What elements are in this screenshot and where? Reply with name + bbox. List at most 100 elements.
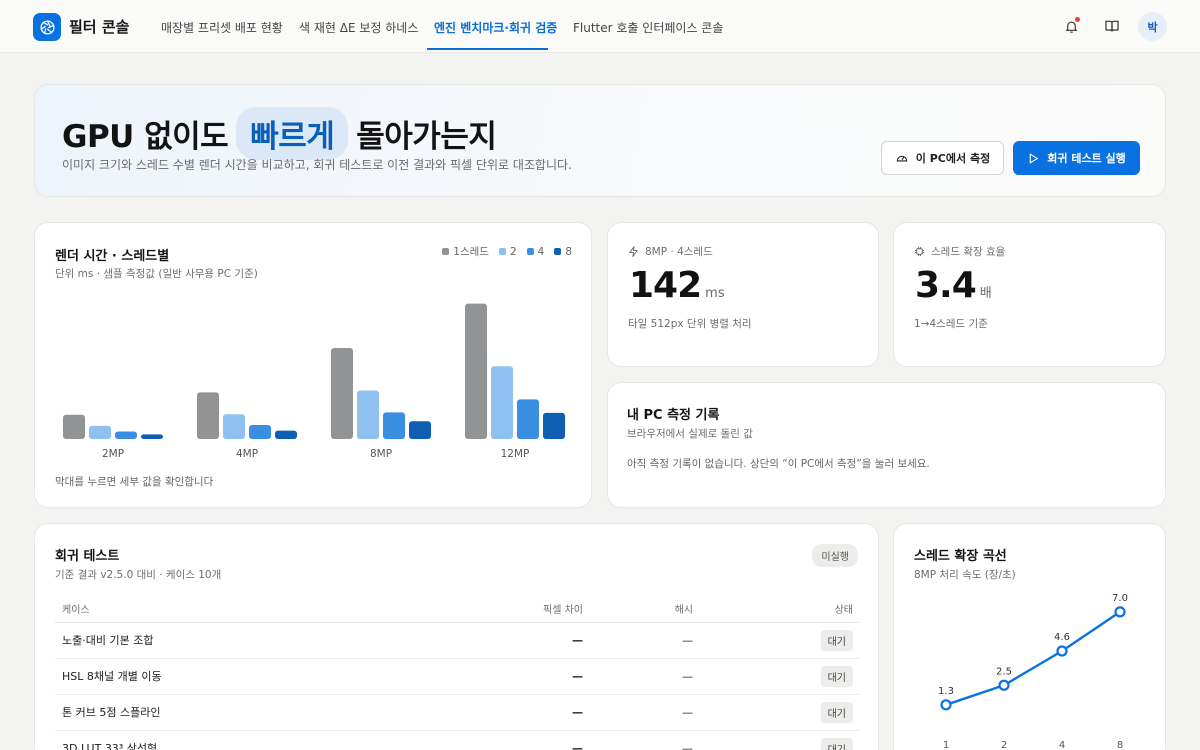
col-header-case: 케이스 — [55, 596, 470, 623]
status-badge: 대기 — [820, 701, 853, 723]
table-row[interactable]: HSL 8채널 개별 이동 — — 대기 — [55, 658, 860, 695]
data-label: 1.3 — [938, 686, 954, 697]
thread-scaling-card: 스레드 확장 곡선 8MP 처리 속도 (장/초) 1.3 1 2.5 2 4.6 4 7.… — [893, 523, 1166, 750]
hash-value: — — [590, 694, 700, 731]
hero-subtitle: 이미지 크기와 스레드 수별 렌더 시간을 비교하고, 회귀 테스트로 이전 결… — [62, 158, 572, 172]
x-tick-label: 8MP — [370, 448, 392, 460]
scaling-line — [945, 610, 1121, 706]
stat-speed-unit: ms — [705, 286, 725, 301]
stat-scale-note: 1→4스레드 기준 — [914, 318, 988, 330]
hero-title-pre: GPU 없이도 — [62, 119, 229, 155]
stat-speed-label-row: 8MP · 4스레드 — [628, 244, 713, 259]
docs-button[interactable] — [1101, 15, 1123, 37]
stat-speed-value: 142 — [629, 265, 702, 306]
user-avatar[interactable]: 박 — [1138, 12, 1167, 41]
bar-8MP-1스레드[interactable] — [331, 348, 353, 439]
book-icon — [1105, 20, 1119, 32]
bar-12MP-1스레드[interactable] — [465, 303, 487, 439]
bar-chart-hint: 막대를 누르면 세부 값을 확인합니다 — [55, 476, 214, 488]
x-tick-label: 1 — [943, 740, 949, 750]
measure-this-pc-label: 이 PC에서 측정 — [915, 152, 991, 165]
bar-4MP-4[interactable] — [249, 425, 271, 439]
bar-8MP-2[interactable] — [357, 390, 379, 439]
my-pc-records-card: 내 PC 측정 기록 브라우저에서 실제로 돌린 값 아직 측정 기록이 없습니… — [607, 382, 1166, 508]
active-tab-indicator — [427, 48, 548, 50]
stat-scale-label: 스레드 확장 효율 — [931, 246, 1006, 258]
hash-value: — — [590, 658, 700, 695]
brand-name: 필터 콘솔 — [69, 18, 130, 36]
bar-8MP-8[interactable] — [409, 421, 431, 439]
x-tick-label: 4MP — [236, 448, 258, 460]
stat-card-render-speed: 8MP · 4스레드 142 ms 타일 512px 단위 병렬 처리 — [607, 222, 879, 367]
stat-card-thread-scaling: 스레드 확장 효율 3.4 배 1→4스레드 기준 — [893, 222, 1166, 367]
regression-status-badge: 미실행 — [812, 544, 858, 567]
data-label: 4.6 — [1054, 632, 1070, 643]
bar-4MP-1스레드[interactable] — [197, 392, 219, 439]
tab-engine-benchmark[interactable]: 엔진 벤치마크·회귀 검증 — [434, 19, 557, 36]
bar-12MP-2[interactable] — [491, 366, 513, 439]
stat-speed-note: 타일 512px 단위 병렬 처리 — [628, 318, 752, 330]
bar-8MP-4[interactable] — [383, 412, 405, 439]
table-header-row: 케이스 픽셀 차이 해시 상태 — [55, 596, 860, 623]
tab-flutter-console[interactable]: Flutter 호출 인터페이스 콘솔 — [573, 19, 723, 36]
stat-scale-value: 3.4 — [915, 265, 977, 306]
lightning-icon — [628, 246, 639, 257]
hero-title-post: 돌아가는지 — [356, 119, 497, 155]
scaling-point-8[interactable] — [1114, 606, 1126, 618]
case-name: HSL 8채널 개별 이동 — [55, 658, 470, 695]
hash-value: — — [590, 730, 700, 750]
status-badge: 대기 — [820, 629, 853, 651]
stat-speed-value-row: 142 ms — [629, 265, 725, 306]
bar-4MP-8[interactable] — [275, 430, 297, 439]
bar-12MP-8[interactable] — [543, 412, 565, 439]
tab-delta-e-harness[interactable]: 색 재현 ΔE 보정 하네스 — [299, 19, 418, 36]
bar-2MP-2[interactable] — [89, 425, 111, 439]
stat-scale-value-row: 3.4 배 — [915, 265, 992, 306]
scaling-point-1[interactable] — [940, 699, 952, 711]
x-tick-label: 12MP — [501, 448, 530, 460]
pixel-diff-value: — — [470, 622, 590, 659]
case-name: 노출·대비 기본 조합 — [55, 622, 470, 659]
notification-dot — [1075, 17, 1080, 22]
cpu-chip-icon — [914, 246, 925, 257]
render-time-card: 렌더 시간 · 스레드별 단위 ms · 샘플 측정값 (일반 사무용 PC 기… — [34, 222, 592, 508]
regression-table: 케이스 픽셀 차이 해시 상태 노출·대비 기본 조합 — — 대기 HSL 8… — [55, 596, 860, 750]
col-header-pixel-diff: 픽셀 차이 — [470, 596, 590, 623]
regression-title: 회귀 테스트 — [55, 549, 120, 564]
table-row[interactable]: 3D LUT 33³ 삼선형 — — 대기 — [55, 730, 860, 750]
bar-4MP-2[interactable] — [223, 414, 245, 439]
render-time-bar-chart: 2MP 4MP 8MP 12MP — [63, 303, 565, 460]
top-bar: 필터 콘솔 매장별 프리셋 배포 현황 색 재현 ΔE 보정 하네스 엔진 벤치… — [0, 0, 1200, 53]
hero-title: GPU 없이도 빠르게 돌아가는지 — [62, 107, 497, 160]
table-row[interactable]: 노출·대비 기본 조합 — — 대기 — [55, 622, 860, 659]
x-tick-label: 8 — [1117, 740, 1123, 750]
x-tick-label: 4 — [1059, 740, 1065, 750]
scaling-point-4[interactable] — [1056, 645, 1068, 657]
bar-2MP-1스레드[interactable] — [63, 414, 85, 439]
scaling-point-2[interactable] — [998, 679, 1010, 691]
regression-subtitle: 기준 결과 v2.5.0 대비 · 케이스 10개 — [55, 569, 222, 581]
bar-2MP-4[interactable] — [115, 431, 137, 439]
measure-this-pc-button[interactable]: 이 PC에서 측정 — [881, 141, 1004, 175]
stat-scale-label-row: 스레드 확장 효율 — [914, 244, 1005, 259]
status-badge: 대기 — [820, 665, 853, 687]
bar-12MP-4[interactable] — [517, 399, 539, 439]
app-logo[interactable] — [33, 13, 61, 41]
thread-scaling-line-chart: 1.3 1 2.5 2 4.6 4 7.0 8 — [938, 593, 1128, 750]
table-row[interactable]: 톤 커브 5점 스플라인 — — 대기 — [55, 694, 860, 731]
tab-preset-deploy[interactable]: 매장별 프리셋 배포 현황 — [161, 19, 283, 36]
notifications-button[interactable] — [1060, 15, 1082, 37]
aperture-icon — [39, 19, 55, 35]
data-label: 7.0 — [1112, 593, 1128, 604]
stat-scale-unit: 배 — [979, 286, 992, 301]
col-header-hash: 해시 — [590, 596, 700, 623]
run-regression-button[interactable]: 회귀 테스트 실행 — [1013, 141, 1140, 175]
regression-test-card: 회귀 테스트 기준 결과 v2.5.0 대비 · 케이스 10개 미실행 케이스… — [34, 523, 879, 750]
my-pc-title: 내 PC 측정 기록 — [627, 408, 720, 423]
hero-title-highlight: 빠르게 — [236, 107, 349, 160]
gauge-icon — [896, 155, 908, 162]
hero-banner: GPU 없이도 빠르게 돌아가는지 이미지 크기와 스레드 수별 렌더 시간을 … — [34, 84, 1166, 197]
stat-speed-label: 8MP · 4스레드 — [645, 246, 713, 258]
my-pc-subtitle: 브라우저에서 실제로 돌린 값 — [627, 428, 753, 440]
bar-2MP-8[interactable] — [141, 434, 163, 439]
